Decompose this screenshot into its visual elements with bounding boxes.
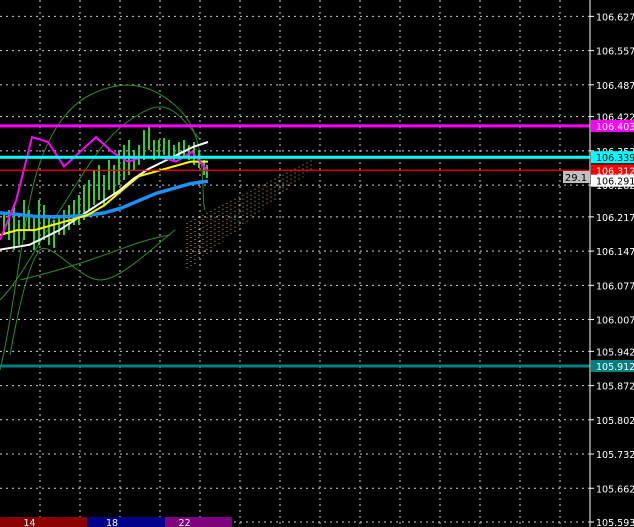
price-readout-label: 29.1 <box>565 173 587 184</box>
session-block <box>0 517 87 527</box>
price-tick-label: 105.732 <box>596 450 634 461</box>
level-tag-label: 105.912 <box>596 362 634 373</box>
time-session-bar: 14 18 22 <box>0 517 232 527</box>
session-label: 18 <box>106 518 118 527</box>
price-tick-label: 105.662 <box>596 484 634 495</box>
price-axis-background <box>590 0 634 527</box>
session-block <box>87 517 165 527</box>
price-tick-label: 106.627 <box>596 12 634 23</box>
price-tick-label: 105.593 <box>596 518 634 527</box>
session-label: 22 <box>179 518 191 527</box>
chart-background <box>0 0 634 527</box>
level-tag-label: 106.403 <box>596 122 634 133</box>
price-tick-label: 106.217 <box>596 213 634 224</box>
session-block <box>165 517 232 527</box>
level-tag-label: 106.291 <box>596 177 634 188</box>
price-tick-label: 105.802 <box>596 416 634 427</box>
price-tick-label: 106.007 <box>596 316 634 327</box>
price-tick-label: 106.557 <box>596 47 634 58</box>
price-readout-box: 29.1 <box>563 171 590 184</box>
price-tick-label: 105.942 <box>596 347 634 358</box>
price-tick-label: 106.077 <box>596 281 634 292</box>
level-tag-label: 106.339 <box>596 153 634 164</box>
session-label: 14 <box>24 518 36 527</box>
price-tick-label: 105.872 <box>596 382 634 393</box>
price-tick-label: 106.147 <box>596 247 634 258</box>
forex-chart[interactable]: 106.627106.557106.487106.422106.352106.2… <box>0 0 634 527</box>
price-tick-label: 106.487 <box>596 81 634 92</box>
